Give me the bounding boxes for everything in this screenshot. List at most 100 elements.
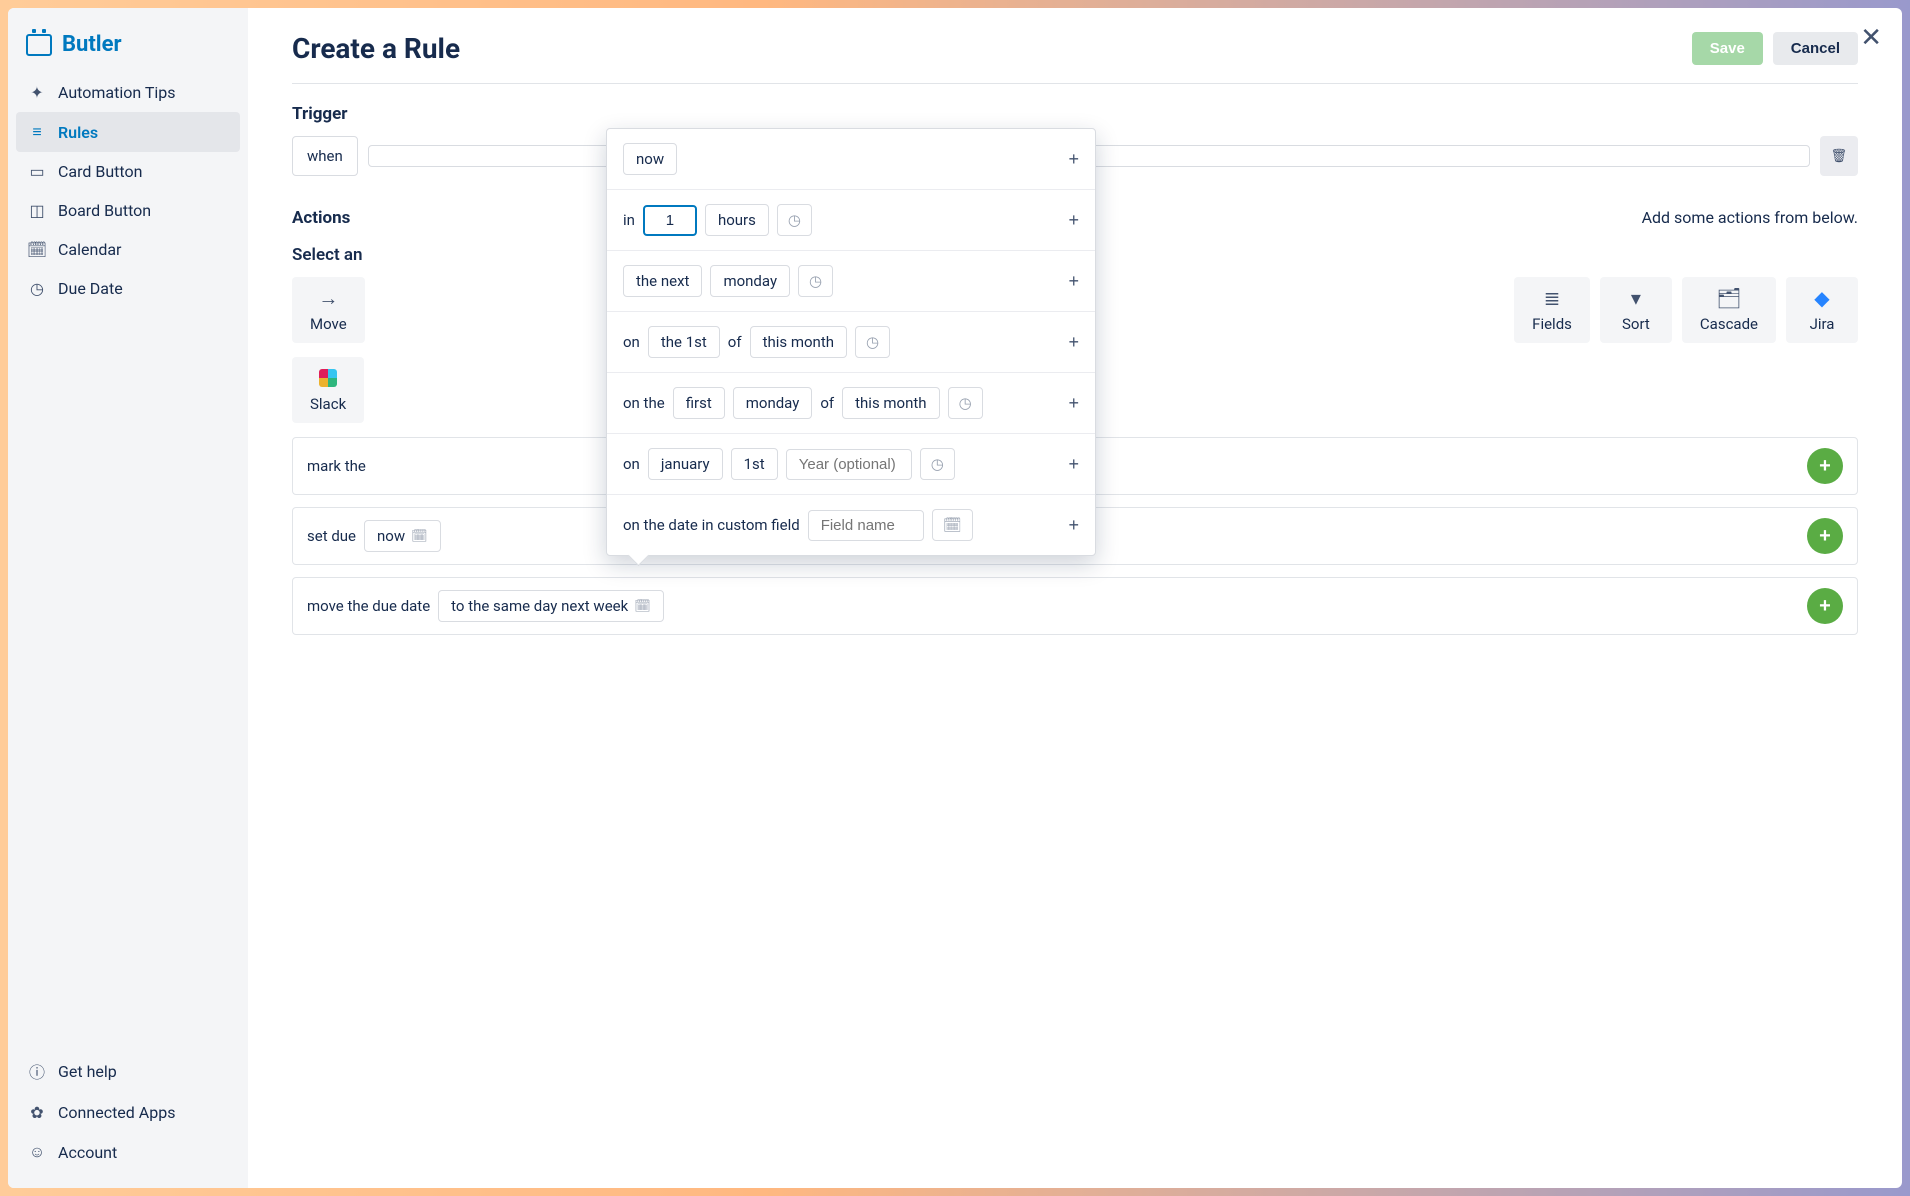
calendar-icon: 🗓 <box>28 240 46 259</box>
clock-icon: ◷ <box>866 333 879 351</box>
delete-trigger-button[interactable]: 🗑 <box>1820 136 1858 176</box>
rule-text: move the due date <box>307 597 430 615</box>
add-rule-button[interactable]: + <box>1807 588 1843 624</box>
token-the-1st[interactable]: the 1st <box>648 326 720 358</box>
add-option-button[interactable]: + <box>1068 149 1079 170</box>
add-option-button[interactable]: + <box>1068 393 1079 414</box>
sidebar-item-automation-tips[interactable]: ✦ Automation Tips <box>16 73 240 112</box>
token-this-month[interactable]: this month <box>842 387 939 419</box>
token-monday[interactable]: monday <box>710 265 790 297</box>
sidebar-item-rules[interactable]: ≡ Rules <box>16 112 240 152</box>
year-input[interactable] <box>799 456 899 473</box>
sidebar-item-label: Due Date <box>58 279 123 298</box>
calendar-picker-button[interactable]: 🗓 <box>932 509 973 541</box>
add-option-button[interactable]: + <box>1068 210 1079 231</box>
tile-label: Slack <box>310 395 346 413</box>
clock-icon: ◷ <box>28 279 46 298</box>
add-rule-button[interactable]: + <box>1807 448 1843 484</box>
time-picker-button[interactable]: ◷ <box>777 204 812 236</box>
token-monday[interactable]: monday <box>733 387 813 419</box>
token-this-month[interactable]: this month <box>750 326 847 358</box>
token-the-next[interactable]: the next <box>623 265 702 297</box>
tile-jira[interactable]: ◆ Jira <box>1786 277 1858 343</box>
sidebar-item-card-button[interactable]: ▭ Card Button <box>16 152 240 191</box>
token-field-name[interactable] <box>808 510 924 541</box>
token-first[interactable]: first <box>673 387 725 419</box>
close-button[interactable]: ✕ <box>1860 22 1882 53</box>
sidebar-item-label: Rules <box>58 123 98 142</box>
time-picker-button[interactable]: ◷ <box>855 326 890 358</box>
pop-row-in-hours: in hours ◷ + <box>607 190 1095 251</box>
sidebar-item-connected-apps[interactable]: ✿ Connected Apps <box>16 1093 240 1132</box>
hours-input[interactable] <box>656 212 684 229</box>
tile-slack[interactable]: Slack <box>292 357 364 423</box>
slack-icon <box>319 367 337 389</box>
token-hours-count[interactable] <box>643 205 697 236</box>
actions-hint: Add some actions from below. <box>1642 198 1858 237</box>
add-option-button[interactable]: + <box>1068 454 1079 475</box>
token-1st[interactable]: 1st <box>731 448 778 480</box>
sidebar-item-label: Automation Tips <box>58 83 176 102</box>
pop-row-on-the-first-weekday: on the first monday of this month ◷ + <box>607 373 1095 434</box>
field-name-input[interactable] <box>821 517 911 534</box>
sidebar-item-calendar[interactable]: 🗓 Calendar <box>16 230 240 269</box>
pop-row-on-the-1st: on the 1st of this month ◷ + <box>607 312 1095 373</box>
page-title: Create a Rule <box>292 32 460 65</box>
cascade-icon: 🗂 <box>1716 287 1741 309</box>
clock-icon: ◷ <box>809 272 822 290</box>
time-picker-button[interactable]: ◷ <box>798 265 833 297</box>
date-options-popover: now + in hours ◷ + the next monday ◷ + o… <box>606 128 1096 556</box>
token-same-day-next-week[interactable]: to the same day next week 🗓 <box>438 590 664 622</box>
sidebar-item-label: Connected Apps <box>58 1103 175 1122</box>
brand: Butler <box>16 24 240 73</box>
label-on: on <box>623 333 640 351</box>
sparkle-icon: ✦ <box>28 83 46 102</box>
sidebar-item-label: Board Button <box>58 201 151 220</box>
rule-text: set due <box>307 527 356 545</box>
tile-label: Cascade <box>1700 315 1758 333</box>
label-custom-field: on the date in custom field <box>623 516 800 534</box>
sidebar-item-label: Card Button <box>58 162 142 181</box>
calendar-small-icon: 🗓 <box>634 599 651 614</box>
sidebar-item-account[interactable]: ☺ Account <box>16 1132 240 1172</box>
add-rule-button[interactable]: + <box>1807 518 1843 554</box>
app-window: Butler ✦ Automation Tips ≡ Rules ▭ Card … <box>8 8 1902 1188</box>
token-year-optional[interactable] <box>786 449 912 480</box>
calendar-small-icon: 🗓 <box>411 529 428 544</box>
token-hours[interactable]: hours <box>705 204 769 236</box>
tile-label: Sort <box>1622 315 1650 333</box>
tile-sort[interactable]: ▾ Sort <box>1600 277 1672 343</box>
filter-icon: ▾ <box>1631 287 1641 309</box>
label-on-the: on the <box>623 394 665 412</box>
time-picker-button[interactable]: ◷ <box>948 387 983 419</box>
info-icon: ⓘ <box>28 1059 46 1083</box>
sidebar-item-label: Account <box>58 1143 117 1162</box>
sliders-icon: ≡ <box>28 122 46 142</box>
tile-fields[interactable]: ≣ Fields <box>1514 277 1590 343</box>
token-now[interactable]: now 🗓 <box>364 520 441 552</box>
gear-icon: ✿ <box>28 1103 46 1122</box>
sidebar-item-due-date[interactable]: ◷ Due Date <box>16 269 240 308</box>
cancel-button[interactable]: Cancel <box>1773 32 1858 65</box>
label-of: of <box>728 333 742 351</box>
save-button[interactable]: Save <box>1692 32 1763 65</box>
add-option-button[interactable]: + <box>1068 515 1079 536</box>
trigger-when-chip[interactable]: when <box>292 136 358 176</box>
time-picker-button[interactable]: ◷ <box>920 448 955 480</box>
jira-icon: ◆ <box>1814 287 1829 309</box>
tile-label: Fields <box>1532 315 1572 333</box>
tile-move[interactable]: → Move <box>292 277 365 343</box>
pop-row-custom-field-date: on the date in custom field 🗓 + <box>607 495 1095 555</box>
pop-row-on-month-day: on january 1st ◷ + <box>607 434 1095 495</box>
sidebar-item-label: Calendar <box>58 240 121 259</box>
trigger-section-title: Trigger <box>292 104 1858 124</box>
sidebar-item-get-help[interactable]: ⓘ Get help <box>16 1049 240 1093</box>
sidebar-item-board-button[interactable]: ◫ Board Button <box>16 191 240 230</box>
token-january[interactable]: january <box>648 448 723 480</box>
add-option-button[interactable]: + <box>1068 271 1079 292</box>
token-now[interactable]: now <box>623 143 677 175</box>
tile-cascade[interactable]: 🗂 Cascade <box>1682 277 1776 343</box>
calendar-small-icon: 🗓 <box>943 516 962 534</box>
add-option-button[interactable]: + <box>1068 332 1079 353</box>
label-on: on <box>623 455 640 473</box>
